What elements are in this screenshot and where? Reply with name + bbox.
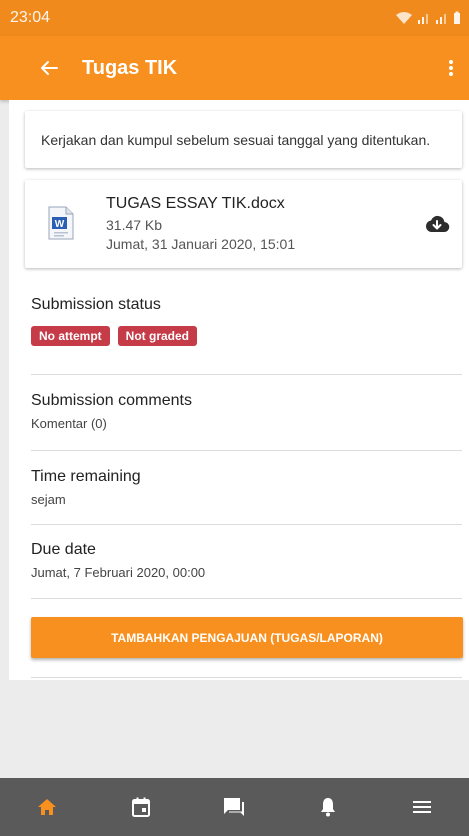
divider — [31, 450, 462, 451]
menu-icon — [413, 801, 432, 813]
home-icon — [37, 799, 56, 815]
submission-comments-section[interactable]: Submission comments Komentar (0) — [31, 392, 462, 431]
more-vertical-icon — [449, 60, 453, 76]
divider — [31, 598, 462, 599]
add-submission-button[interactable]: TAMBAHKAN PENGAJUAN (TUGAS/LAPORAN) — [31, 617, 463, 658]
status-time: 23:04 — [10, 9, 51, 26]
nav-menu[interactable] — [402, 787, 442, 827]
file-size: 31.47 Kb — [106, 217, 163, 233]
attachment-card[interactable]: W TUGAS ESSAY TIK.docx 31.47 Kb Jumat, 3… — [25, 180, 462, 268]
time-remaining-label: Time remaining — [31, 468, 141, 485]
file-name: TUGAS ESSAY TIK.docx — [106, 195, 285, 212]
notifications-icon — [321, 798, 336, 817]
cloud-download-icon[interactable] — [424, 212, 450, 236]
file-date: Jumat, 31 Januari 2020, 15:01 — [106, 236, 296, 252]
svg-text:W: W — [55, 219, 65, 230]
status-badge-attempt: No attempt — [31, 326, 110, 346]
divider — [31, 524, 462, 525]
signal-icon-2 — [436, 14, 446, 24]
status-icons — [395, 11, 461, 25]
nav-notifications[interactable] — [308, 787, 348, 827]
due-date-section: Due date Jumat, 7 Februari 2020, 00:00 — [31, 541, 462, 580]
battery-icon — [454, 11, 460, 24]
wifi-icon — [396, 12, 412, 24]
nav-home[interactable] — [27, 787, 67, 827]
nav-calendar[interactable] — [121, 787, 161, 827]
nav-messages[interactable] — [214, 787, 254, 827]
messages-icon — [224, 798, 245, 816]
more-options-button[interactable] — [439, 48, 463, 88]
submission-status-label: Submission status — [31, 296, 161, 313]
signal-icon — [418, 14, 428, 24]
intro-text: Kerjakan dan kumpul sebelum sesuai tangg… — [41, 131, 431, 148]
arrow-left-icon — [41, 61, 58, 75]
screen: 23:04 Tugas TIK Kerjakan dan kumpul sebe… — [0, 0, 469, 836]
status-badge-grading: Not graded — [117, 326, 198, 346]
calendar-icon — [131, 797, 150, 817]
back-button[interactable] — [29, 48, 69, 88]
time-remaining-section: Time remaining sejam — [31, 468, 462, 507]
time-remaining-value: sejam — [31, 492, 66, 507]
app-bar: Tugas TIK — [0, 36, 469, 100]
status-bar: 23:04 — [0, 0, 469, 36]
submission-comments-label: Submission comments — [31, 392, 192, 409]
due-date-value: Jumat, 7 Februari 2020, 00:00 — [31, 565, 206, 580]
bottom-navigation — [0, 778, 469, 836]
status-badges: No attempt Not graded — [31, 326, 462, 346]
due-date-label: Due date — [31, 541, 96, 558]
divider — [31, 374, 462, 375]
word-document-icon: W — [48, 206, 74, 240]
comments-count[interactable]: Komentar (0) — [31, 416, 462, 431]
divider — [31, 677, 462, 678]
intro-card: Kerjakan dan kumpul sebelum sesuai tangg… — [25, 111, 462, 168]
submission-status-section: Submission status No attempt Not graded — [31, 296, 462, 346]
assignment-content: Kerjakan dan kumpul sebelum sesuai tangg… — [9, 100, 469, 680]
page-title: Tugas TIK — [82, 56, 178, 79]
